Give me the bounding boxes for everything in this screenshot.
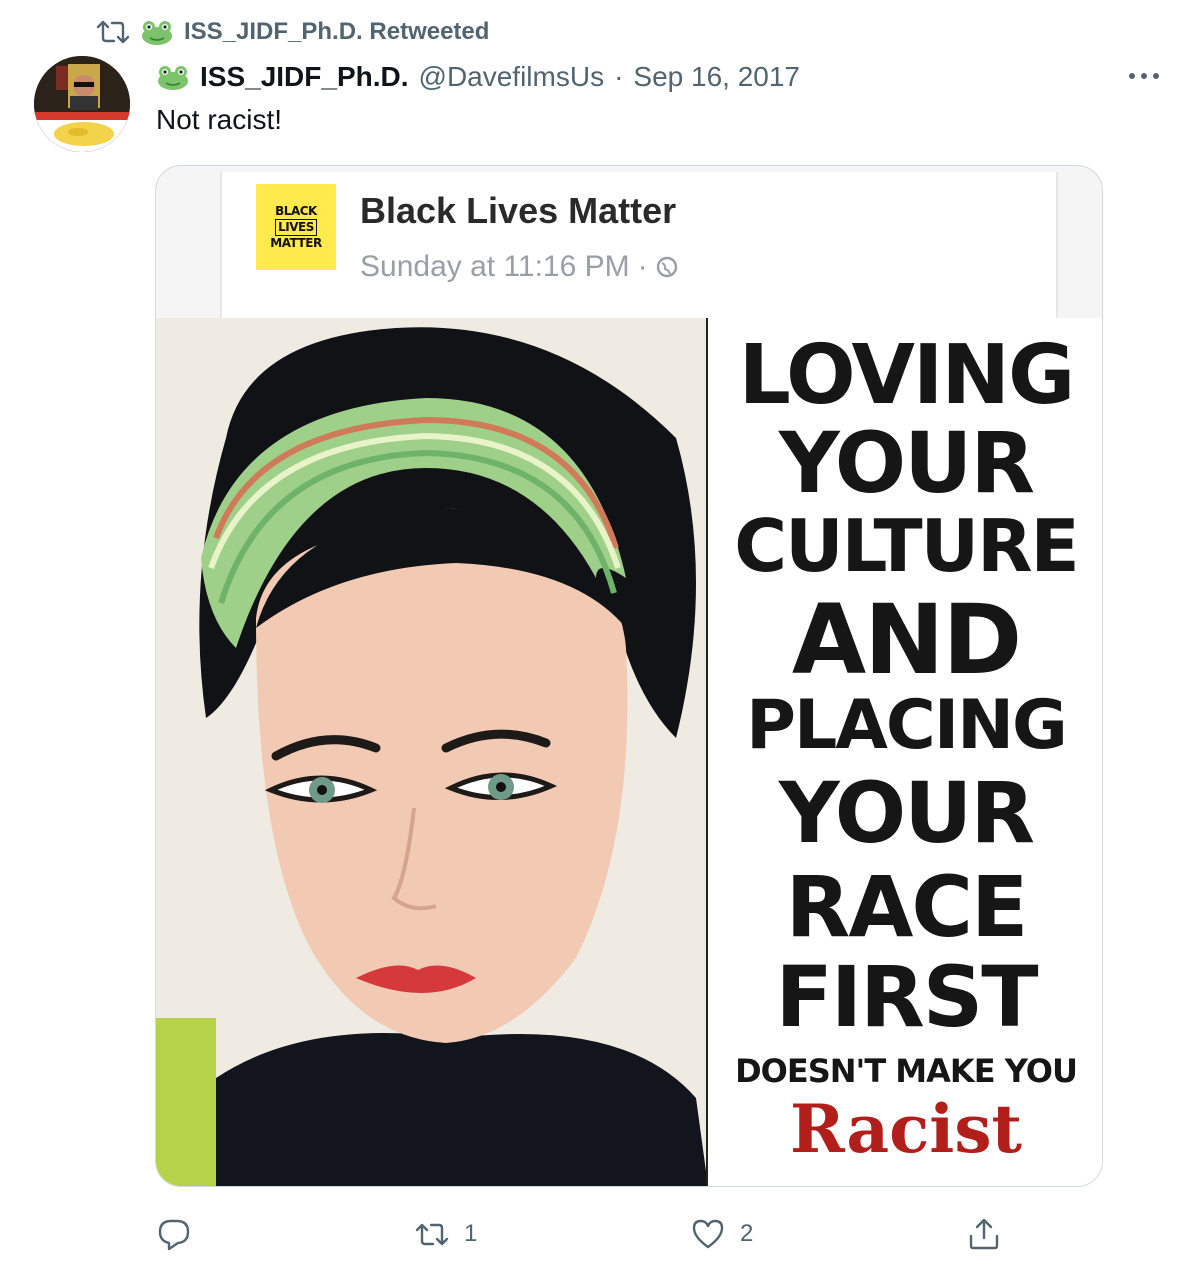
avatar[interactable] [34, 56, 130, 152]
poster-line: RACE [785, 858, 1029, 956]
like-count: 2 [740, 1220, 754, 1247]
tweet-actions: 1 2 [0, 1210, 1198, 1258]
facebook-page-name: Black Lives Matter [360, 190, 677, 231]
more-icon[interactable] [1126, 62, 1162, 90]
tweet-header: ISS_JIDF_Ph.D. @DavefilmsUs · Sep 16, 20… [156, 56, 800, 98]
user-handle[interactable]: @DavefilmsUs [419, 61, 605, 93]
share-button[interactable] [966, 1210, 1002, 1258]
quote-poster: LOVING YOUR CULTURE AND PLACING YOUR RAC… [706, 318, 1102, 1186]
retweet-icon [96, 20, 130, 44]
facebook-post-header: BLACK LIVES MATTER Black Lives Matter Su… [220, 172, 1058, 324]
share-icon [969, 1218, 999, 1250]
tweet-date[interactable]: Sep 16, 2017 [633, 61, 800, 93]
poster-line: DOESN'T MAKE YOU [735, 1052, 1078, 1090]
separator-dot: · [614, 61, 624, 92]
facebook-timestamp: Sunday at 11:16 PM [360, 250, 630, 283]
like-button[interactable]: 2 [690, 1210, 753, 1258]
logo-line: MATTER [270, 235, 322, 250]
frog-icon [156, 64, 190, 90]
reply-button[interactable] [156, 1210, 206, 1258]
tweet-text: Not racist! [156, 104, 283, 135]
poster-line: AND [791, 584, 1022, 696]
tweet-media[interactable]: BLACK LIVES MATTER Black Lives Matter Su… [155, 165, 1103, 1187]
blm-logo: BLACK LIVES MATTER [256, 184, 336, 270]
poster-line: FIRST [775, 948, 1038, 1046]
poster-line-racist: Racist [789, 1090, 1023, 1168]
retweet-banner[interactable]: ISS_JIDF_Ph.D. Retweeted [96, 16, 489, 48]
reply-icon [158, 1219, 190, 1251]
poster-line: YOUR [778, 764, 1035, 862]
retweet-banner-text: ISS_JIDF_Ph.D. Retweeted [184, 18, 490, 45]
logo-line: LIVES [275, 218, 317, 236]
frog-icon [140, 19, 174, 45]
poster-line: LOVING [738, 328, 1076, 423]
retweet-icon [415, 1223, 449, 1246]
facebook-timestamp-row: Sunday at 11:16 PM · [360, 250, 678, 284]
poster-line: CULTURE [734, 504, 1079, 588]
display-name[interactable]: ISS_JIDF_Ph.D. [200, 61, 409, 93]
logo-line: BLACK [275, 203, 317, 218]
retweet-count: 1 [464, 1220, 478, 1247]
woman-photo [156, 318, 708, 1186]
globe-icon [656, 256, 677, 278]
poster-line: YOUR [778, 414, 1035, 512]
retweet-button[interactable]: 1 [414, 1210, 477, 1258]
poster-line: PLACING [746, 686, 1068, 765]
separator-dot: · [637, 250, 648, 283]
heart-icon [692, 1219, 724, 1249]
